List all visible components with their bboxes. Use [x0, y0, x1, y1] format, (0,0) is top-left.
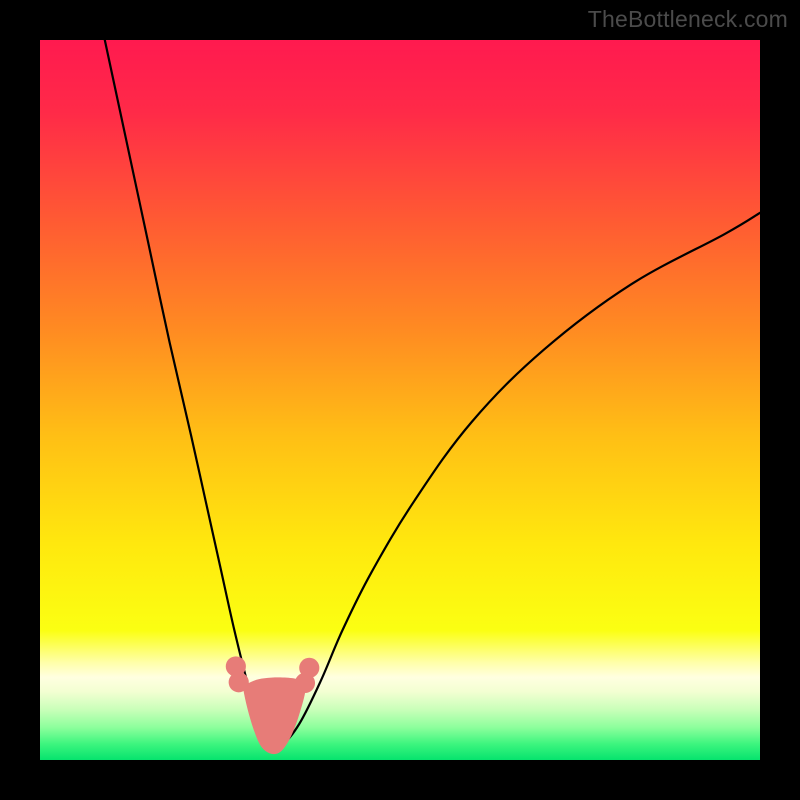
plot-area	[40, 40, 760, 760]
watermark-text: TheBottleneck.com	[588, 6, 788, 33]
bottleneck-curve	[105, 40, 760, 749]
chart-svg	[40, 40, 760, 760]
marker-dot	[299, 658, 319, 678]
marker-blob	[244, 677, 306, 754]
chart-frame: TheBottleneck.com	[0, 0, 800, 800]
marker-dot	[229, 672, 249, 692]
